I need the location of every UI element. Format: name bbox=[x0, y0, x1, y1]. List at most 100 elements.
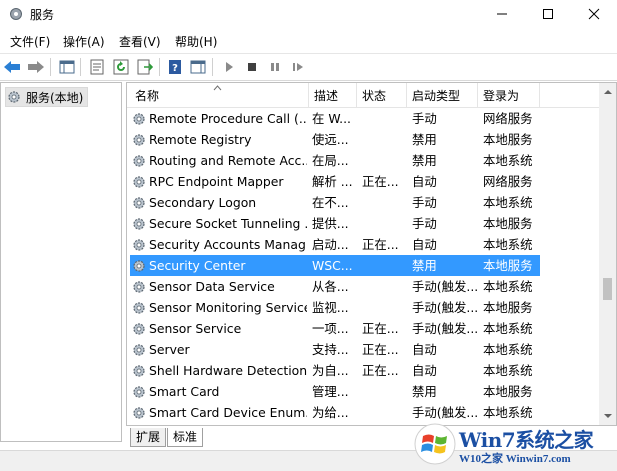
menu-action[interactable]: 操作(A) bbox=[63, 33, 105, 50]
scrollbar-thumb[interactable] bbox=[603, 278, 612, 300]
properties-button[interactable] bbox=[87, 57, 107, 77]
cell-logon: 本地系统 bbox=[483, 237, 533, 252]
watermark: Win7系统之家 W10之家 Winwin7.com bbox=[407, 420, 613, 468]
console-tree-pane: 服务(本地) bbox=[0, 82, 122, 442]
cell-startup: 手动(触发... bbox=[412, 279, 478, 294]
cell-name: Remote Registry bbox=[149, 132, 252, 147]
cell-logon: 本地服务 bbox=[483, 132, 533, 147]
tree-item-label: 服务(本地) bbox=[26, 90, 84, 105]
table-row[interactable]: Server 支持... 正在... 自动 本地系统 bbox=[127, 339, 599, 360]
show-hide-console-tree-button[interactable] bbox=[57, 57, 77, 77]
services-list-pane: 名称 描述 状态 启动类型 登录为 Remote Procedure Call … bbox=[126, 82, 617, 426]
stop-service-button[interactable] bbox=[242, 57, 262, 77]
column-header-status[interactable]: 状态 bbox=[357, 83, 407, 107]
cell-desc: WSC... bbox=[312, 258, 353, 273]
column-header-label: 描述 bbox=[314, 89, 339, 103]
forward-button[interactable] bbox=[26, 57, 46, 77]
back-button[interactable] bbox=[2, 57, 22, 77]
table-row[interactable]: Remote Procedure Call (... 在 W... 手动 网络服务 bbox=[127, 108, 599, 129]
service-gear-icon bbox=[131, 258, 147, 274]
table-row[interactable]: Secondary Logon 在不... 手动 本地系统 bbox=[127, 192, 599, 213]
table-row[interactable]: Smart Card 管理... 禁用 本地服务 bbox=[127, 381, 599, 402]
table-row[interactable]: Secure Socket Tunneling ... 提供... 手动 本地服务 bbox=[127, 213, 599, 234]
tab-extended[interactable]: 扩展 bbox=[130, 428, 167, 447]
cell-logon: 本地服务 bbox=[483, 216, 533, 231]
service-gear-icon bbox=[131, 363, 147, 379]
column-header-label: 状态 bbox=[362, 89, 387, 103]
cell-desc: 从各... bbox=[312, 279, 349, 294]
toolbar-separator bbox=[80, 58, 81, 76]
menu-help[interactable]: 帮助(H) bbox=[175, 33, 217, 50]
menu-view[interactable]: 查看(V) bbox=[119, 33, 161, 50]
table-row[interactable]: Routing and Remote Acc... 在局... 禁用 本地系统 bbox=[127, 150, 599, 171]
cell-desc: 为给... bbox=[312, 405, 349, 420]
window-title: 服务 bbox=[30, 8, 55, 22]
cell-startup: 禁用 bbox=[412, 384, 437, 399]
cell-name: Security Accounts Manag... bbox=[149, 237, 307, 252]
column-header-description[interactable]: 描述 bbox=[309, 83, 357, 107]
minimize-button[interactable] bbox=[479, 0, 525, 28]
tab-standard[interactable]: 标准 bbox=[167, 428, 204, 447]
minimize-icon bbox=[497, 13, 507, 15]
column-header-name[interactable]: 名称 bbox=[127, 83, 309, 107]
resume-icon bbox=[293, 63, 303, 71]
service-gear-icon bbox=[131, 237, 147, 253]
refresh-icon bbox=[113, 59, 129, 75]
table-row[interactable]: RPC Endpoint Mapper 解析 ... 正在... 自动 网络服务 bbox=[127, 171, 599, 192]
table-row[interactable]: Sensor Monitoring Service 监视... 手动(触发... 本地… bbox=[127, 297, 599, 318]
tab-label: 标准 bbox=[173, 430, 198, 444]
stop-icon bbox=[248, 63, 256, 71]
toolbar-separator bbox=[212, 58, 213, 76]
cell-startup: 手动 bbox=[412, 216, 437, 231]
cell-status: 正在... bbox=[362, 363, 399, 378]
close-button[interactable] bbox=[571, 0, 617, 28]
resume-service-button[interactable] bbox=[288, 57, 308, 77]
view-tabs: 扩展 标准 bbox=[126, 428, 326, 448]
cell-desc: 提供... bbox=[312, 216, 349, 231]
column-header-label: 登录为 bbox=[483, 89, 520, 103]
cell-name: Sensor Service bbox=[149, 321, 242, 336]
table-row[interactable]: Security Accounts Manag... 启动... 正在... 自动 本地… bbox=[127, 234, 599, 255]
cell-name: Shell Hardware Detection bbox=[149, 363, 307, 378]
cell-status: 正在... bbox=[362, 237, 399, 252]
export-list-button[interactable] bbox=[135, 57, 155, 77]
title-bar: 服务 bbox=[0, 0, 617, 28]
service-gear-icon bbox=[131, 195, 147, 211]
cell-status bbox=[362, 192, 406, 213]
forward-arrow-icon bbox=[28, 61, 44, 73]
pause-service-button[interactable] bbox=[265, 57, 285, 77]
help-button[interactable]: ? bbox=[165, 57, 185, 77]
toolbar-separator bbox=[50, 58, 51, 76]
cell-logon: 本地系统 bbox=[483, 279, 533, 294]
vertical-scrollbar[interactable] bbox=[599, 83, 616, 425]
column-header-label: 启动类型 bbox=[412, 89, 461, 103]
start-service-button[interactable] bbox=[219, 57, 239, 77]
table-row[interactable]: Sensor Service 一项... 正在... 手动(触发... 本地系统 bbox=[127, 318, 599, 339]
table-row[interactable]: Sensor Data Service 从各... 手动(触发... 本地系统 bbox=[127, 276, 599, 297]
cell-startup: 禁用 bbox=[412, 258, 437, 273]
gear-icon bbox=[8, 91, 20, 103]
refresh-button[interactable] bbox=[111, 57, 131, 77]
cell-status bbox=[362, 108, 406, 129]
scroll-down-arrow-icon[interactable] bbox=[604, 414, 612, 418]
show-action-pane-button[interactable] bbox=[188, 57, 208, 77]
cell-startup: 手动(触发... bbox=[412, 321, 478, 336]
maximize-button[interactable] bbox=[525, 0, 571, 28]
cell-startup: 自动 bbox=[412, 342, 437, 357]
cell-desc: 为自... bbox=[312, 363, 349, 378]
export-list-icon bbox=[137, 59, 153, 75]
table-row[interactable]: Remote Registry 使远... 禁用 本地服务 bbox=[127, 129, 599, 150]
scroll-up-arrow-icon[interactable] bbox=[604, 90, 612, 94]
table-row-selected[interactable]: Security Center WSC... 禁用 本地服务 bbox=[130, 255, 540, 276]
tree-item-services-local[interactable]: 服务(本地) bbox=[5, 87, 89, 107]
pause-icon bbox=[271, 63, 279, 71]
column-header-log-on-as[interactable]: 登录为 bbox=[478, 83, 540, 107]
column-header-startup-type[interactable]: 启动类型 bbox=[407, 83, 478, 107]
sort-ascending-icon bbox=[213, 85, 222, 91]
toolbar: ? bbox=[0, 53, 617, 81]
menu-file[interactable]: 文件(F) bbox=[10, 33, 50, 50]
cell-logon: 本地系统 bbox=[483, 363, 533, 378]
cell-status bbox=[362, 150, 406, 171]
table-row[interactable]: Shell Hardware Detection 为自... 正在... 自动 本地系统 bbox=[127, 360, 599, 381]
cell-logon: 本地系统 bbox=[483, 342, 533, 357]
